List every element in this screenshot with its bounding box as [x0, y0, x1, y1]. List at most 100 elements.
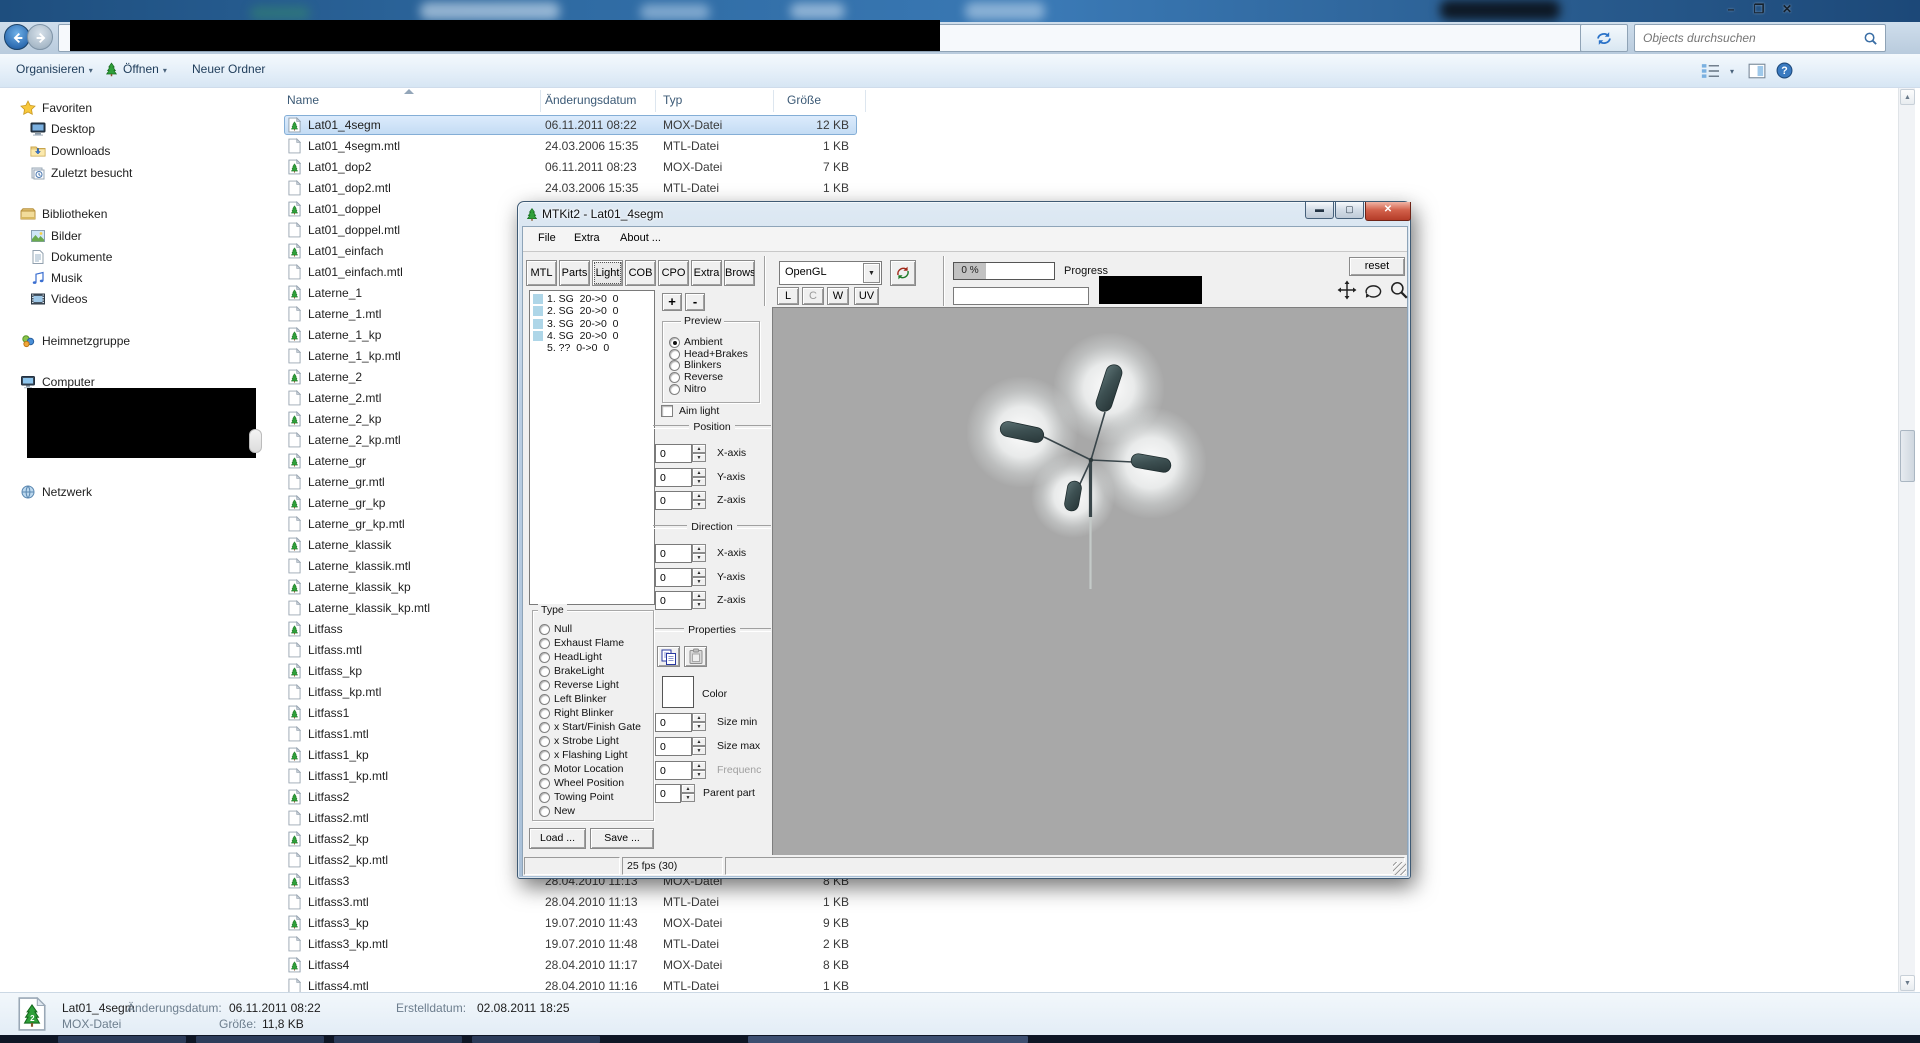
value-field-z-axis[interactable]: 0: [655, 491, 692, 510]
reset-view-button[interactable]: reset: [1349, 257, 1405, 276]
sidebar-item-dokumente[interactable]: Dokumente: [0, 248, 260, 268]
save-button[interactable]: Save ...: [590, 828, 654, 849]
spinner-z-axis[interactable]: ▲▼: [692, 491, 706, 510]
sidebar-item-heimnetzgruppe[interactable]: Heimnetzgruppe: [0, 332, 260, 352]
viewport-3d[interactable]: [772, 307, 1407, 855]
tab-browse[interactable]: Browse: [724, 260, 755, 286]
new-folder-button[interactable]: Neuer Ordner: [192, 62, 265, 76]
value-field-size-max[interactable]: 0: [655, 737, 692, 756]
spinner-x-axis[interactable]: ▲▼: [692, 544, 706, 563]
taskbar-button[interactable]: [472, 1036, 600, 1043]
chevron-down-icon[interactable]: ▼: [863, 263, 880, 283]
column-header-name[interactable]: Name: [287, 93, 319, 107]
file-row[interactable]: Litfass3.mtl28.04.2010 11:13MTL-Datei1 K…: [282, 892, 1882, 913]
aim-light-checkbox[interactable]: [661, 405, 673, 417]
taskbar-button[interactable]: [196, 1036, 324, 1043]
spinner-parent-part[interactable]: ▲▼: [681, 784, 695, 803]
tab-extra[interactable]: Extra: [691, 260, 722, 286]
column-separator[interactable]: [865, 90, 866, 112]
load-button[interactable]: Load ...: [529, 828, 586, 849]
file-row[interactable]: Litfass3_kp.mtl19.07.2010 11:48MTL-Datei…: [282, 934, 1882, 955]
column-header-gr-e[interactable]: Größe: [787, 93, 821, 107]
pan-move-icon[interactable]: [1337, 280, 1357, 300]
help-icon[interactable]: ?: [1776, 62, 1793, 79]
file-list-scrollbar[interactable]: ▲ ▼: [1898, 88, 1915, 992]
file-row[interactable]: Litfass428.04.2010 11:17MOX-Datei8 KB: [282, 955, 1882, 976]
value-field-parent-part[interactable]: 0: [655, 784, 681, 803]
value-field-z-axis[interactable]: 0: [655, 591, 692, 610]
views-dropdown-icon[interactable]: ▾: [1730, 67, 1734, 76]
splitter-handle[interactable]: [249, 429, 262, 453]
sidebar-item-favoriten[interactable]: Favoriten: [0, 99, 260, 119]
file-row[interactable]: Lat01_4segm06.11.2011 08:22MOX-Datei12 K…: [282, 115, 1882, 136]
view-button-uv[interactable]: UV: [854, 287, 879, 305]
spinner-y-axis[interactable]: ▲▼: [692, 568, 706, 587]
tab-cpo[interactable]: CPO: [658, 260, 689, 286]
value-field-y-axis[interactable]: 0: [655, 468, 692, 487]
tab-mtl[interactable]: MTL: [526, 260, 557, 286]
spin-up-icon[interactable]: ▲: [692, 568, 706, 577]
spinner-x-axis[interactable]: ▲▼: [692, 444, 706, 463]
view-button-w[interactable]: W: [827, 287, 849, 305]
sidebar-item-netzwerk[interactable]: Netzwerk: [0, 483, 260, 503]
spin-up-icon[interactable]: ▲: [692, 761, 706, 770]
add-light-button[interactable]: +: [662, 293, 682, 311]
spinner-size-max[interactable]: ▲▼: [692, 737, 706, 756]
spin-down-icon[interactable]: ▼: [692, 453, 706, 462]
spin-up-icon[interactable]: ▲: [692, 491, 706, 500]
column-separator[interactable]: [655, 90, 656, 112]
spin-down-icon[interactable]: ▼: [692, 770, 706, 779]
refresh-button[interactable]: [1580, 24, 1628, 52]
file-row[interactable]: Litfass3_kp19.07.2010 11:43MOX-Datei9 KB: [282, 913, 1882, 934]
search-input[interactable]: [1643, 29, 1853, 47]
search-icon[interactable]: [1863, 31, 1878, 46]
explorer-minimize-button[interactable]: –: [1718, 1, 1744, 17]
light-list[interactable]: 1. SG 20->0 02. SG 20->0 03. SG 20->0 04…: [529, 290, 655, 605]
refresh-view-button[interactable]: [890, 260, 916, 286]
scrollbar-thumb[interactable]: [1900, 430, 1915, 482]
column-separator[interactable]: [540, 90, 541, 112]
value-field-x-axis[interactable]: 0: [655, 544, 692, 563]
scroll-up-icon[interactable]: ▲: [1900, 89, 1915, 105]
file-row[interactable]: Lat01_dop2.mtl24.03.2006 15:35MTL-Datei1…: [282, 178, 1882, 199]
taskbar-button[interactable]: [334, 1036, 462, 1043]
sidebar-item-desktop[interactable]: Desktop: [0, 120, 260, 140]
spinner-y-axis[interactable]: ▲▼: [692, 468, 706, 487]
close-button[interactable]: ✕: [1365, 202, 1411, 221]
spin-down-icon[interactable]: ▼: [692, 577, 706, 586]
sidebar-item-videos[interactable]: Videos: [0, 290, 260, 310]
tab-light[interactable]: Light: [592, 260, 623, 286]
maximize-button[interactable]: ▢: [1335, 202, 1364, 219]
spin-down-icon[interactable]: ▼: [692, 500, 706, 509]
light-color-swatch[interactable]: [662, 676, 694, 708]
spin-up-icon[interactable]: ▲: [681, 784, 695, 793]
spinner-size-min[interactable]: ▲▼: [692, 713, 706, 732]
menu-item-file[interactable]: File: [538, 232, 556, 244]
value-field-size-min[interactable]: 0: [655, 713, 692, 732]
spin-down-icon[interactable]: ▼: [692, 600, 706, 609]
value-field-x-axis[interactable]: 0: [655, 444, 692, 463]
taskbar-strip[interactable]: [0, 1035, 1920, 1043]
forward-button[interactable]: [27, 24, 53, 50]
spin-down-icon[interactable]: ▼: [681, 793, 695, 802]
view-button-l[interactable]: L: [777, 287, 799, 305]
spin-up-icon[interactable]: ▲: [692, 591, 706, 600]
file-row[interactable]: Lat01_dop206.11.2011 08:23MOX-Datei7 KB: [282, 157, 1882, 178]
spin-up-icon[interactable]: ▲: [692, 468, 706, 477]
spin-up-icon[interactable]: ▲: [692, 544, 706, 553]
window-titlebar[interactable]: MTKit2 - Lat01_4segm ▬ ▢ ✕: [518, 202, 1410, 226]
progress-text-field[interactable]: [953, 287, 1089, 305]
light-list-item[interactable]: 2. SG 20->0 0: [530, 306, 650, 318]
sidebar-item-bilder[interactable]: Bilder: [0, 227, 260, 247]
value-field-frequenc[interactable]: 0: [655, 761, 692, 780]
spin-up-icon[interactable]: ▲: [692, 737, 706, 746]
spin-up-icon[interactable]: ▲: [692, 444, 706, 453]
explorer-close-button[interactable]: ✕: [1774, 1, 1800, 17]
taskbar-button[interactable]: [748, 1036, 1028, 1043]
column-header-nderungsdatum[interactable]: Änderungsdatum: [545, 93, 636, 107]
spinner-z-axis[interactable]: ▲▼: [692, 591, 706, 610]
value-field-y-axis[interactable]: 0: [655, 568, 692, 587]
minimize-button[interactable]: ▬: [1305, 202, 1334, 219]
taskbar-button[interactable]: [58, 1036, 186, 1043]
light-list-item[interactable]: 5. ?? 0->0 0: [530, 343, 650, 355]
